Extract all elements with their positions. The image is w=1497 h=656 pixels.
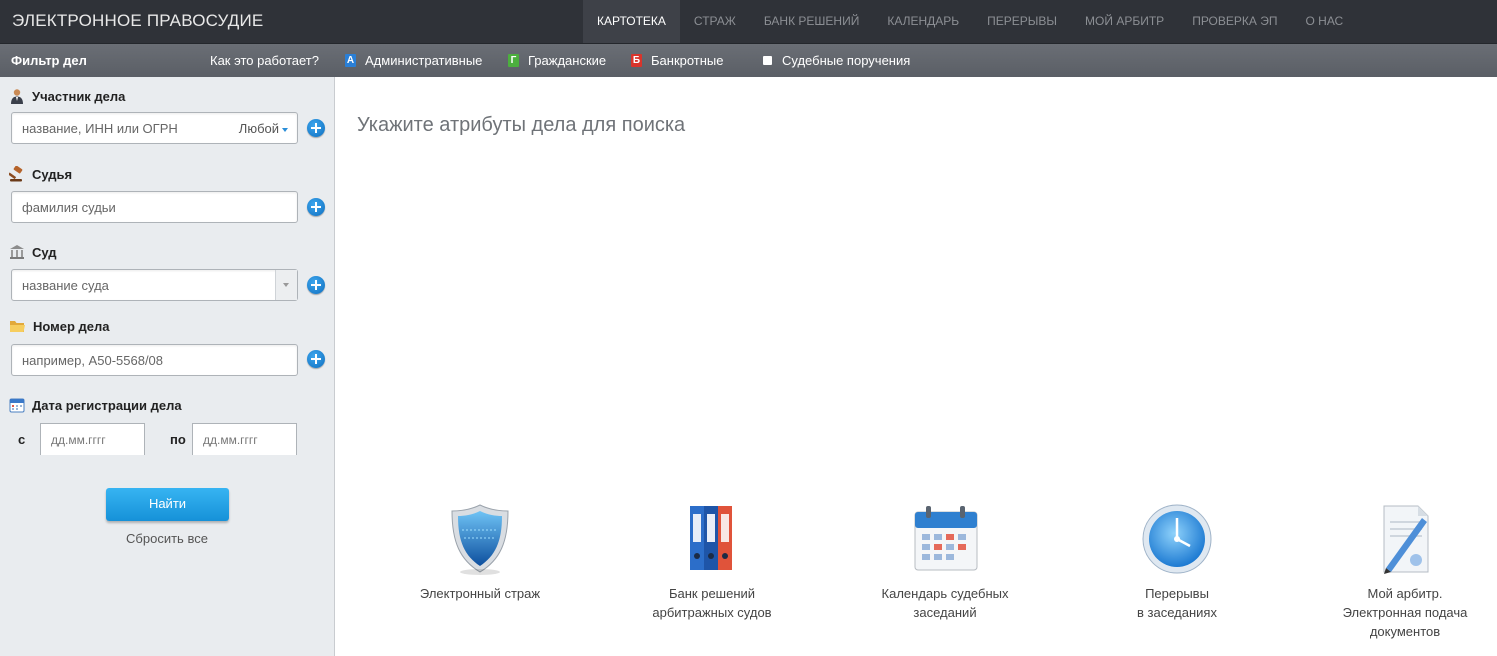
gavel-icon bbox=[9, 166, 23, 182]
court-dropdown-button[interactable] bbox=[275, 270, 297, 300]
participant-label: Участник дела bbox=[32, 88, 126, 104]
top-navigation-bar: ЭЛЕКТРОННОЕ ПРАВОСУДИЕ КАРТОТЕКА СТРАЖ Б… bbox=[0, 0, 1497, 43]
judge-placeholder: фамилия судьи bbox=[22, 200, 116, 215]
document-pen-icon bbox=[1383, 505, 1429, 574]
service-label-line: Электронная подача bbox=[1342, 605, 1468, 620]
category-administrative[interactable]: А Административные bbox=[345, 53, 482, 68]
add-case-number-button[interactable] bbox=[307, 350, 325, 368]
calendar-icon bbox=[914, 506, 978, 571]
participant-label-row: Участник дела bbox=[9, 88, 125, 104]
administrative-badge-icon: А bbox=[345, 54, 356, 67]
participant-input[interactable]: название, ИНН или ОГРН Любой bbox=[11, 112, 298, 144]
judge-input[interactable]: фамилия судьи bbox=[11, 191, 298, 223]
court-label: Суд bbox=[32, 244, 57, 260]
service-decisions-bank[interactable]: Банк решений арбитражных судов bbox=[627, 502, 797, 622]
date-to-label: по bbox=[170, 432, 186, 447]
date-from-label: с bbox=[18, 432, 26, 447]
date-label: Дата регистрации дела bbox=[32, 397, 182, 413]
filter-bar: Фильтр дел Как это работает? А Администр… bbox=[0, 43, 1497, 78]
category-label: Административные bbox=[365, 53, 483, 68]
filter-sidebar: Участник дела название, ИНН или ОГРН Люб… bbox=[0, 77, 335, 656]
case-number-label-row: Номер дела bbox=[9, 319, 110, 334]
service-electronic-guard[interactable]: Электронный страж bbox=[395, 502, 565, 603]
civil-badge-icon: Г bbox=[508, 54, 519, 67]
add-court-button[interactable] bbox=[307, 276, 325, 294]
service-label-line: в заседаниях bbox=[1137, 605, 1217, 620]
chevron-down-icon bbox=[282, 127, 288, 132]
date-to-input[interactable]: дд.мм.гггг bbox=[192, 423, 297, 455]
calendar-small-icon bbox=[9, 398, 25, 413]
court-label-row: Суд bbox=[9, 244, 57, 260]
service-label-line: Календарь судебных bbox=[881, 586, 1009, 601]
nav-proverka-ep[interactable]: ПРОВЕРКА ЭП bbox=[1178, 0, 1291, 43]
filter-title: Фильтр дел bbox=[11, 53, 87, 68]
how-it-works-link[interactable]: Как это работает? bbox=[210, 53, 319, 68]
service-label-line: арбитражных судов bbox=[652, 605, 772, 620]
main-nav: КАРТОТЕКА СТРАЖ БАНК РЕШЕНИЙ КАЛЕНДАРЬ П… bbox=[583, 0, 1357, 43]
service-label-line: документов bbox=[1369, 624, 1441, 639]
participant-role-select[interactable]: Любой bbox=[239, 121, 288, 136]
category-bankruptcy[interactable]: Б Банкротные bbox=[631, 53, 724, 68]
court-select[interactable]: название суда bbox=[11, 269, 298, 301]
clock-icon bbox=[1142, 504, 1212, 574]
bankruptcy-badge-icon: Б bbox=[631, 54, 642, 67]
folder-icon bbox=[10, 321, 25, 332]
search-prompt: Укажите атрибуты дела для поиска bbox=[357, 114, 686, 136]
category-label: Судебные поручения bbox=[782, 53, 911, 68]
category-label: Гражданские bbox=[528, 53, 607, 68]
date-to-placeholder: дд.мм.гггг bbox=[203, 433, 258, 447]
add-participant-button[interactable] bbox=[307, 119, 325, 137]
date-label-row: Дата регистрации дела bbox=[9, 397, 182, 413]
add-judge-button[interactable] bbox=[307, 198, 325, 216]
reset-all-link[interactable]: Сбросить все bbox=[0, 531, 334, 546]
service-label-line: Электронный страж bbox=[419, 586, 541, 601]
square-icon bbox=[763, 56, 772, 65]
category-court-orders[interactable]: Судебные поручения bbox=[763, 53, 910, 68]
participant-placeholder: название, ИНН или ОГРН bbox=[22, 121, 178, 136]
service-label-line: заседаний bbox=[913, 605, 977, 620]
nav-strazh[interactable]: СТРАЖ bbox=[680, 0, 750, 43]
service-hearings-calendar[interactable]: Календарь судебных заседаний bbox=[860, 502, 1030, 622]
category-civil[interactable]: Г Гражданские bbox=[508, 53, 606, 68]
service-my-arbitr[interactable]: Мой арбитр. Электронная подача документо… bbox=[1320, 502, 1490, 641]
service-breaks[interactable]: Перерывы в заседаниях bbox=[1092, 502, 1262, 622]
binders-icon bbox=[690, 506, 732, 570]
nav-moy-arbitr[interactable]: МОЙ АРБИТР bbox=[1071, 0, 1178, 43]
court-placeholder: название суда bbox=[22, 278, 109, 293]
find-button[interactable]: Найти bbox=[106, 488, 229, 521]
service-label-line: Мой арбитр. bbox=[1367, 586, 1443, 601]
case-number-placeholder: например, А50-5568/08 bbox=[22, 353, 164, 368]
date-from-input[interactable]: дд.мм.гггг bbox=[40, 423, 145, 455]
site-brand[interactable]: ЭЛЕКТРОННОЕ ПРАВОСУДИЕ bbox=[12, 11, 263, 31]
case-number-input[interactable]: например, А50-5568/08 bbox=[11, 344, 298, 376]
nav-bank-resheniy[interactable]: БАНК РЕШЕНИЙ bbox=[750, 0, 874, 43]
main-content: Укажите атрибуты дела для поиска Электро… bbox=[335, 77, 1497, 656]
nav-kartoteka[interactable]: КАРТОТЕКА bbox=[583, 0, 680, 43]
date-from-placeholder: дд.мм.гггг bbox=[51, 433, 106, 447]
service-label-line: Перерывы bbox=[1145, 586, 1209, 601]
nav-kalendar[interactable]: КАЛЕНДАРЬ bbox=[873, 0, 973, 43]
nav-pereryvy[interactable]: ПЕРЕРЫВЫ bbox=[973, 0, 1071, 43]
case-number-label: Номер дела bbox=[33, 319, 110, 334]
judge-label-row: Судья bbox=[9, 166, 72, 182]
person-icon bbox=[11, 89, 23, 104]
judge-label: Судья bbox=[32, 166, 73, 182]
participant-role-value: Любой bbox=[238, 121, 279, 136]
shield-icon bbox=[451, 504, 509, 575]
service-label-line: Банк решений bbox=[668, 586, 756, 601]
category-label: Банкротные bbox=[651, 53, 724, 68]
courthouse-icon bbox=[10, 245, 24, 259]
nav-o-nas[interactable]: О НАС bbox=[1291, 0, 1357, 43]
